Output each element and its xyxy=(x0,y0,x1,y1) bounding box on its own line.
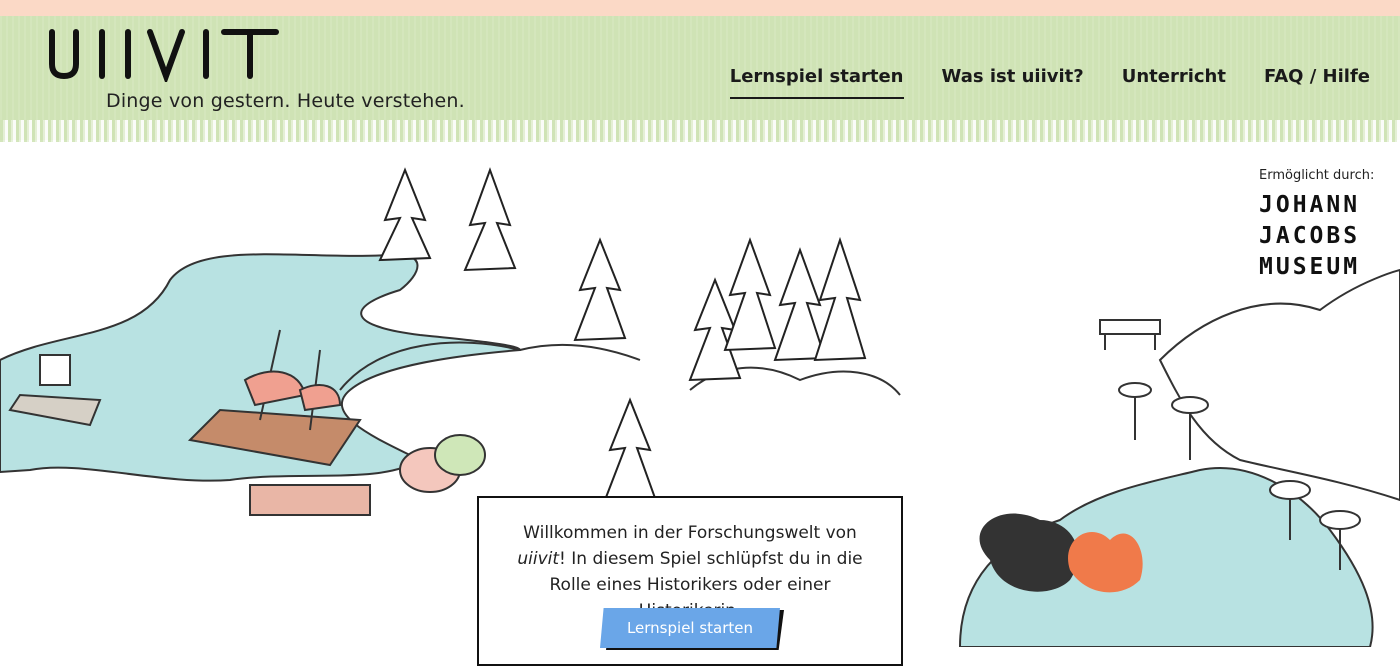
bench xyxy=(1099,319,1161,350)
nav-lernspiel-starten[interactable]: Lernspiel starten xyxy=(729,66,904,99)
main-nav: Lernspiel starten Was ist uiivit? Unterr… xyxy=(729,66,1370,99)
museum-logo-line: JACOBS xyxy=(1259,223,1361,249)
start-game-button[interactable]: Lernspiel starten xyxy=(600,608,780,648)
welcome-text-part: Willkommen in der Forschungswelt von xyxy=(523,523,857,543)
museum-logo-line: MUSEUM xyxy=(1259,254,1361,280)
welcome-brand: uiivit xyxy=(517,549,560,569)
start-button-wrapper: Lernspiel starten xyxy=(600,608,784,650)
museum-logo-line: JOHANN xyxy=(1259,192,1361,218)
nav-was-ist-uiivit[interactable]: Was ist uiivit? xyxy=(942,66,1084,99)
sponsor-label: Ermöglicht durch: xyxy=(1259,168,1375,183)
header-brush-edge xyxy=(0,120,1400,142)
welcome-dialog: Willkommen in der Forschungswelt von uii… xyxy=(477,496,903,666)
snow-hills xyxy=(339,268,1400,502)
top-color-strip xyxy=(0,0,1400,16)
nav-faq-hilfe[interactable]: FAQ / Hilfe xyxy=(1264,66,1370,99)
welcome-text: Willkommen in der Forschungswelt von uii… xyxy=(479,498,901,624)
johann-jacobs-museum-logo[interactable]: JOHANN JACOBS MUSEUM xyxy=(1259,190,1379,283)
nav-unterricht[interactable]: Unterricht xyxy=(1122,66,1226,99)
tagline: Dinge von gestern. Heute verstehen. xyxy=(106,90,465,112)
uiivit-logo[interactable] xyxy=(46,26,286,82)
